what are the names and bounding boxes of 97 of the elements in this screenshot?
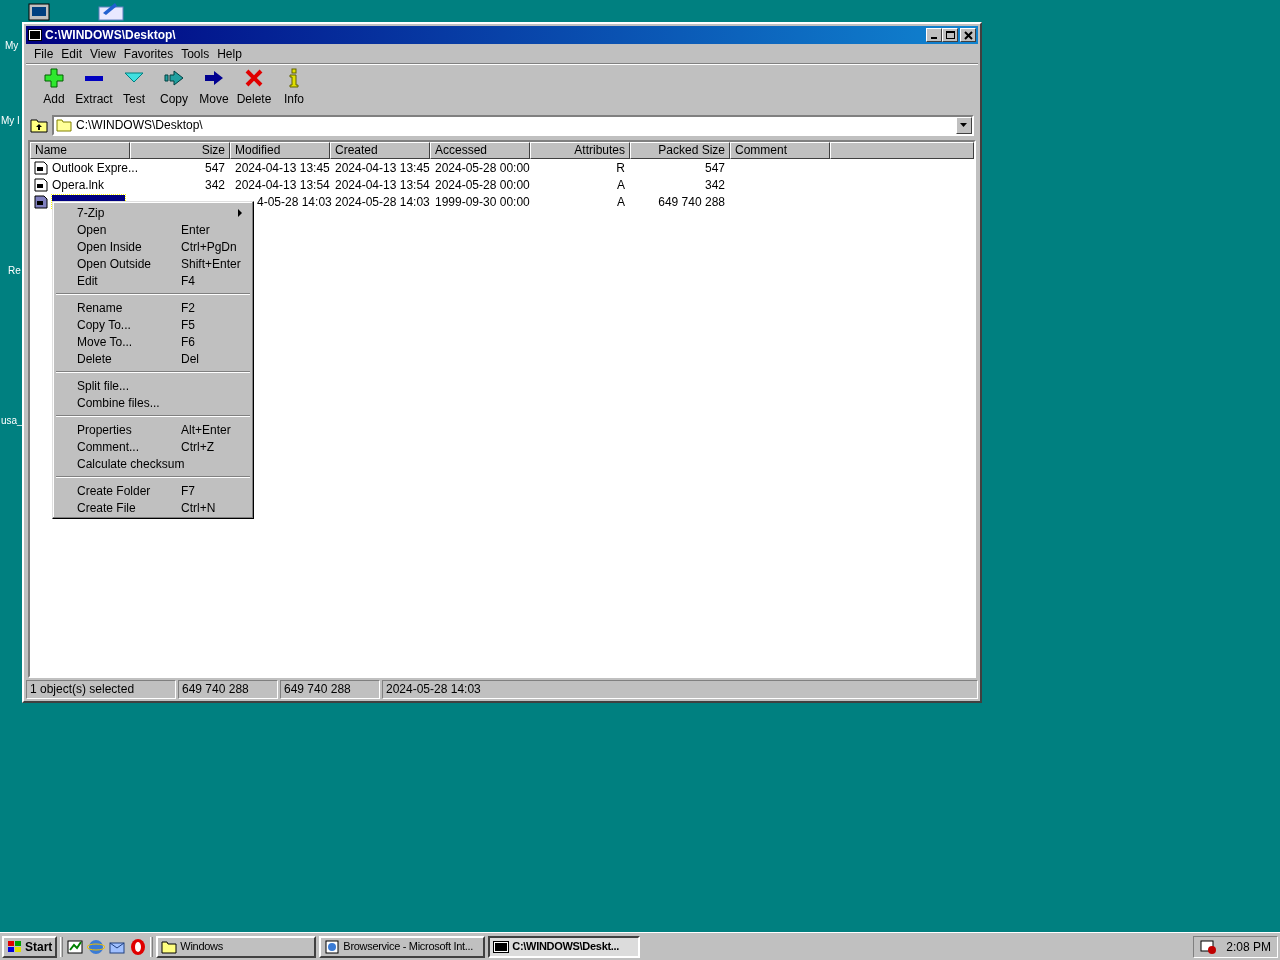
shortcut-file-icon[interactable] (34, 177, 48, 192)
status-field: 649 740 288 (280, 680, 380, 699)
toolbar-button[interactable]: Extract (74, 68, 114, 109)
plus-icon (44, 68, 64, 88)
scheduler-icon[interactable] (1200, 938, 1219, 955)
taskbar-button[interactable]: C:\WINDOWS\Deskt... (488, 935, 641, 958)
file-name[interactable]: Outlook Expre... (52, 158, 139, 177)
minimize-icon (931, 37, 937, 39)
menu-item[interactable]: Open Enter (55, 221, 251, 238)
menu-item[interactable]: Favorites (119, 44, 178, 63)
toolbar-button[interactable]: Test (114, 68, 154, 109)
file-name[interactable]: Opera.lnk (52, 175, 105, 194)
desktop-icon-label[interactable]: My I (1, 113, 20, 128)
toolbar-button[interactable]: Move (194, 68, 234, 109)
dropdown-button[interactable] (956, 116, 972, 134)
status-field: 649 740 288 (178, 680, 278, 699)
caret-icon (960, 122, 968, 128)
toolbar-button[interactable]: Info (274, 68, 314, 109)
table-cell: 4-05-28 14:03 (257, 194, 332, 209)
table-cell: A (617, 177, 625, 192)
table-cell: 649 740 288 (658, 194, 725, 209)
address-field[interactable]: C:\WINDOWS\Desktop\ (52, 114, 974, 136)
menu-item[interactable]: Open Inside Ctrl+PgDn (55, 238, 251, 255)
close-icon (962, 29, 974, 41)
inbox-icon[interactable] (97, 1, 125, 21)
column-header[interactable]: Packed Size (630, 142, 730, 159)
column-header[interactable]: Created (330, 142, 430, 159)
table-cell: 342 (704, 177, 725, 192)
app-icon (493, 938, 510, 955)
folder-icon (56, 118, 72, 132)
arrow-icon (204, 68, 224, 88)
desktop-icon-label[interactable]: My (5, 38, 19, 53)
toolbar-button[interactable]: Copy (154, 68, 194, 109)
menu-item[interactable]: Create File Ctrl+N (55, 499, 251, 516)
menu-item[interactable]: Calculate checksum (55, 455, 251, 472)
menu-item[interactable]: Edit (57, 44, 87, 63)
table-cell: 547 (204, 160, 225, 175)
menu-item[interactable]: Move To... F6 (55, 333, 251, 350)
table-cell: 547 (704, 160, 725, 175)
menu-item[interactable]: Rename F2 (55, 299, 251, 316)
app-icon (28, 29, 42, 41)
column-header[interactable]: Accessed (430, 142, 530, 159)
menu-item[interactable]: File (30, 44, 58, 63)
browser-icon (324, 938, 341, 955)
taskbar-button[interactable]: Browservice - Microsoft Int... (319, 935, 486, 958)
maximize-icon (944, 29, 956, 41)
menu-item[interactable]: Split file... (55, 377, 251, 394)
table-cell: 2024-04-13 13:45 (235, 160, 330, 175)
column-header[interactable]: Size (130, 142, 230, 159)
table-cell: 2024-05-28 00:00 (435, 177, 530, 192)
table-cell: 2024-04-13 13:54 (335, 177, 430, 192)
shortcut-file-icon[interactable] (34, 160, 48, 175)
toolbar-button[interactable]: Delete (234, 68, 274, 109)
maximize-button[interactable] (942, 28, 958, 42)
status-field: 1 object(s) selected (26, 680, 176, 699)
menu-item[interactable]: Comment... Ctrl+Z (55, 438, 251, 455)
table-cell: 1999-09-30 00:00 (435, 194, 530, 209)
menu-item[interactable]: View (86, 44, 120, 63)
table-cell: A (617, 194, 625, 209)
column-header[interactable]: Comment (730, 142, 830, 159)
cross-icon (244, 68, 264, 88)
folder-up-icon[interactable] (30, 117, 48, 133)
table-cell: 2024-04-13 13:45 (335, 160, 430, 175)
windows-logo-icon (7, 939, 23, 954)
menu-item[interactable]: Create Folder F7 (55, 482, 251, 499)
desktop-icon-label[interactable]: Re (8, 263, 21, 278)
menu-item[interactable]: Copy To... F5 (55, 316, 251, 333)
table-cell: 2024-05-28 00:00 (435, 160, 530, 175)
shortcut-file-icon[interactable] (34, 194, 48, 209)
menu-item[interactable]: 7-Zip (55, 204, 251, 221)
table-cell: 2024-04-13 13:54 (235, 177, 330, 192)
menu-item[interactable]: Delete Del (55, 350, 251, 367)
menu-item[interactable]: Edit F4 (55, 272, 251, 289)
menu-item[interactable]: Combine files... (55, 394, 251, 411)
window-title: C:\WINDOWS\Desktop\ (45, 27, 176, 44)
close-button[interactable] (960, 28, 976, 42)
status-field: 2024-05-28 14:03 (382, 680, 978, 699)
computer-icon[interactable] (28, 3, 50, 21)
column-header[interactable]: Name (30, 142, 130, 159)
column-header[interactable]: Attributes (530, 142, 630, 159)
minimize-button[interactable] (926, 28, 942, 42)
desktop-icon-label[interactable]: usa_ (1, 413, 23, 428)
minus-icon (84, 76, 104, 81)
menu-item[interactable]: Help (213, 44, 246, 63)
menu-item[interactable]: Open Outside Shift+Enter (55, 255, 251, 272)
menu-item[interactable]: Properties Alt+Enter (55, 421, 251, 438)
taskbar-button[interactable]: Windows (156, 935, 317, 958)
ring-icon[interactable] (129, 937, 148, 956)
table-cell: 342 (204, 177, 225, 192)
table-cell: 2024-05-28 14:03 (335, 194, 430, 209)
start-button[interactable]: Start (2, 935, 58, 958)
menu-item[interactable]: Tools (177, 44, 214, 63)
toolbar-button[interactable]: Add (34, 68, 74, 109)
column-header[interactable]: Modified (230, 142, 330, 159)
arrow-icon (164, 68, 184, 88)
folder-icon (161, 938, 178, 955)
table-cell: R (616, 160, 625, 175)
